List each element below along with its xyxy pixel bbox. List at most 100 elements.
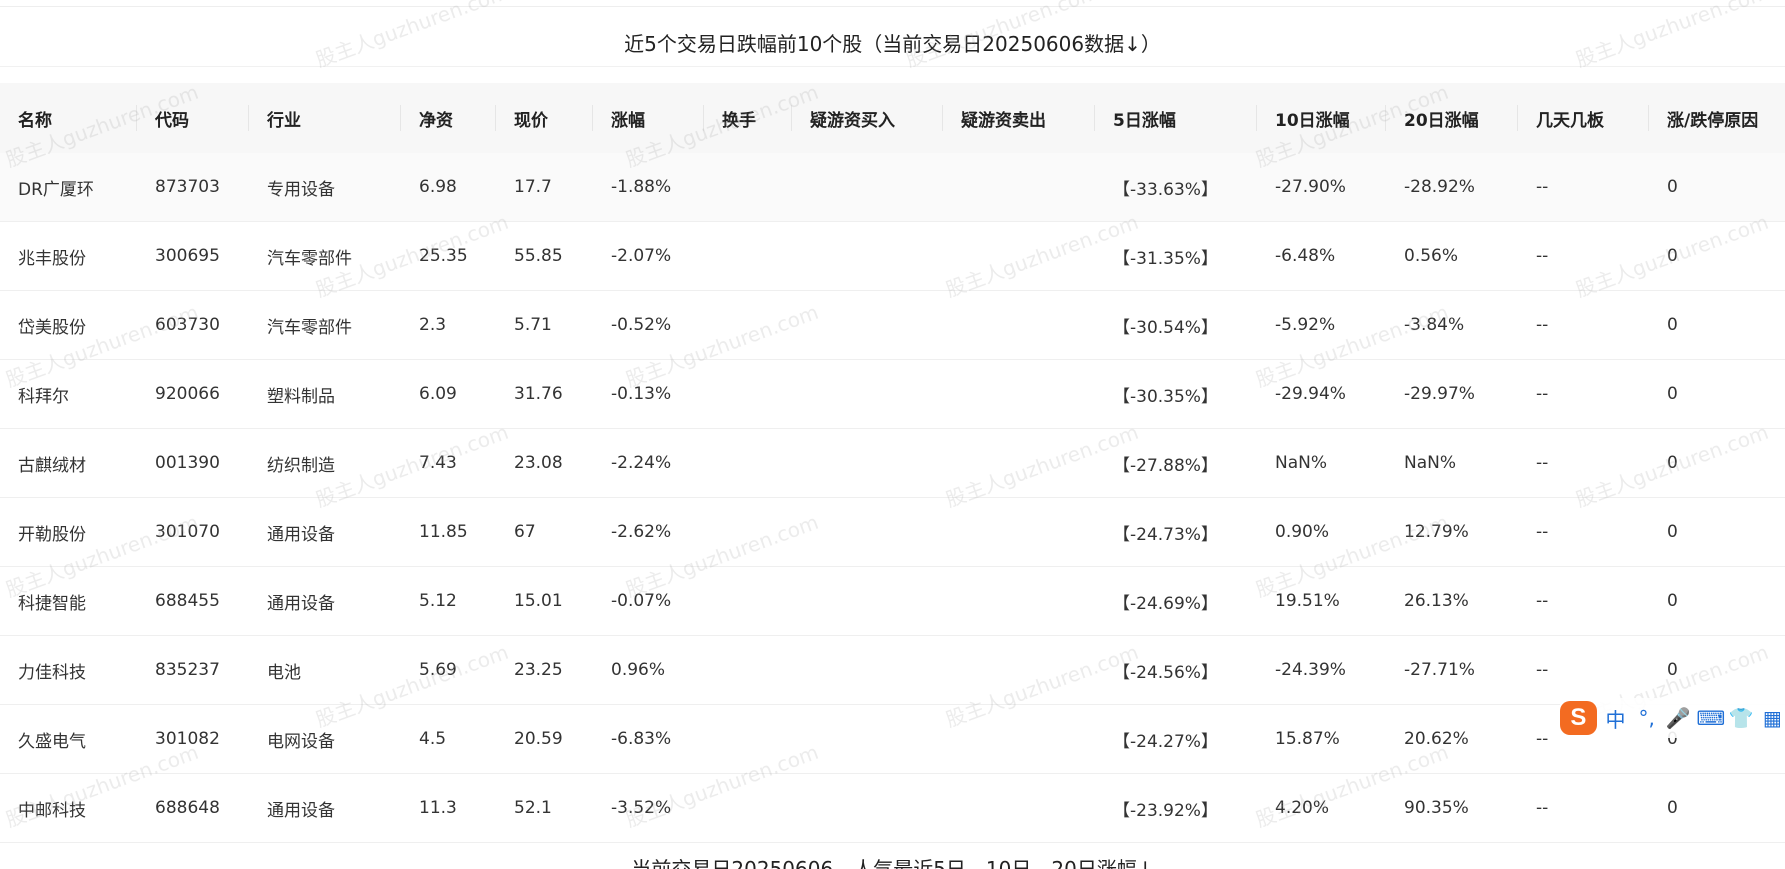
cell-reason: 0 xyxy=(1649,153,1785,222)
cell-nav: 4.5 xyxy=(401,704,496,774)
cell-change: -0.07% xyxy=(593,566,704,636)
table-row[interactable]: 开勒股份 301070 通用设备 11.85 67 -2.62% 【-24.73%】 0.90… xyxy=(0,497,1785,567)
cell-name: 科拜尔 xyxy=(0,359,137,429)
cell-turnover xyxy=(704,221,792,291)
table-row[interactable]: 中邮科技 688648 通用设备 11.3 52.1 -3.52% 【-23.92%】 4.2… xyxy=(0,773,1785,843)
cell-d5: 【-24.27%】 xyxy=(1095,704,1257,774)
cell-d5: 【-27.88%】 xyxy=(1095,428,1257,498)
cell-buy xyxy=(792,497,943,567)
stock-table: 名称 代码 行业 净资 现价 涨幅 换手 疑游资买入 疑游资卖出 5日涨幅 10日涨幅 20日涨幅 几天… xyxy=(0,83,1785,843)
cell-d10: -29.94% xyxy=(1257,359,1386,429)
column-header-sell[interactable]: 疑游资卖出 xyxy=(943,83,1095,153)
cell-d5: 【-24.56%】 xyxy=(1095,635,1257,705)
column-header-label: 几天几板 xyxy=(1536,110,1604,131)
microphone-icon[interactable]: 🎤 xyxy=(1665,706,1690,730)
cell-nav: 5.12 xyxy=(401,566,496,636)
cell-d10: -24.39% xyxy=(1257,635,1386,705)
column-header-label: 涨幅 xyxy=(611,110,645,131)
table-row[interactable]: 久盛电气 301082 电网设备 4.5 20.59 -6.83% 【-24.27%】 15.… xyxy=(0,704,1785,774)
column-header-reason[interactable]: 涨/跌停原因 xyxy=(1649,83,1785,153)
cell-d10: NaN% xyxy=(1257,428,1386,498)
column-header-price[interactable]: 现价 xyxy=(496,83,593,153)
cell-price: 20.59 xyxy=(496,704,593,774)
cell-d20: 0.56% xyxy=(1386,221,1518,291)
cell-sell xyxy=(943,704,1095,774)
cell-price: 55.85 xyxy=(496,221,593,291)
column-header-buy[interactable]: 疑游资买入 xyxy=(792,83,943,153)
column-header-label: 名称 xyxy=(18,110,52,131)
apps-grid-icon[interactable]: ▦ xyxy=(1760,706,1785,730)
top-divider xyxy=(0,6,1785,7)
cell-name: 中邮科技 xyxy=(0,773,137,843)
cell-change: -3.52% xyxy=(593,773,704,843)
cell-industry: 塑料制品 xyxy=(249,359,401,429)
cell-code: 300695 xyxy=(137,221,249,291)
cell-name: 岱美股份 xyxy=(0,290,137,360)
cell-industry: 通用设备 xyxy=(249,497,401,567)
ime-punctuation-icon[interactable]: °, xyxy=(1634,706,1659,730)
cell-boards: -- xyxy=(1518,153,1649,222)
cell-d10: 4.20% xyxy=(1257,773,1386,843)
cell-sell xyxy=(943,221,1095,291)
cell-name: 力佳科技 xyxy=(0,635,137,705)
cell-d20: -3.84% xyxy=(1386,290,1518,360)
cell-buy xyxy=(792,566,943,636)
cell-boards: -- xyxy=(1518,428,1649,498)
cell-d10: -27.90% xyxy=(1257,153,1386,222)
table-row[interactable]: 科拜尔 920066 塑料制品 6.09 31.76 -0.13% 【-30.35%】 -29… xyxy=(0,359,1785,429)
cell-nav: 2.3 xyxy=(401,290,496,360)
cell-name: 科捷智能 xyxy=(0,566,137,636)
cell-buy xyxy=(792,153,943,222)
cell-turnover xyxy=(704,497,792,567)
cell-change: -6.83% xyxy=(593,704,704,774)
column-header-d10[interactable]: 10日涨幅 xyxy=(1257,83,1386,153)
cell-boards: -- xyxy=(1518,221,1649,291)
cell-reason: 0 xyxy=(1649,428,1785,498)
keyboard-icon[interactable]: ⌨ xyxy=(1697,706,1726,730)
page-title: 近5个交易日跌幅前10个股（当前交易日20250606数据↓） xyxy=(0,22,1785,67)
cell-code: 688648 xyxy=(137,773,249,843)
cell-buy xyxy=(792,428,943,498)
cell-name: 古麒绒材 xyxy=(0,428,137,498)
column-header-nav[interactable]: 净资 xyxy=(401,83,496,153)
column-header-industry[interactable]: 行业 xyxy=(249,83,401,153)
ime-logo[interactable]: S xyxy=(1560,701,1597,735)
table-row[interactable]: 科捷智能 688455 通用设备 5.12 15.01 -0.07% 【-24.69%】 19… xyxy=(0,566,1785,636)
cell-industry: 专用设备 xyxy=(249,153,401,222)
table-row[interactable]: 兆丰股份 300695 汽车零部件 25.35 55.85 -2.07% 【-31.35%】… xyxy=(0,221,1785,291)
cell-buy xyxy=(792,221,943,291)
column-header-name[interactable]: 名称 xyxy=(0,83,137,153)
table-row[interactable]: 力佳科技 835237 电池 5.69 23.25 0.96% 【-24.56%】 -24.3… xyxy=(0,635,1785,705)
column-header-boards[interactable]: 几天几板 xyxy=(1518,83,1649,153)
column-header-d5[interactable]: 5日涨幅 xyxy=(1095,83,1257,153)
cell-sell xyxy=(943,153,1095,222)
cell-sell xyxy=(943,428,1095,498)
cell-d5: 【-30.54%】 xyxy=(1095,290,1257,360)
cell-sell xyxy=(943,635,1095,705)
cell-sell xyxy=(943,566,1095,636)
cell-code: 603730 xyxy=(137,290,249,360)
cell-d10: 19.51% xyxy=(1257,566,1386,636)
skin-icon[interactable]: 👕 xyxy=(1729,706,1754,730)
cell-code: 688455 xyxy=(137,566,249,636)
cell-code: 001390 xyxy=(137,428,249,498)
cell-boards: -- xyxy=(1518,566,1649,636)
cell-reason: 0 xyxy=(1649,635,1785,705)
cell-d5: 【-24.73%】 xyxy=(1095,497,1257,567)
column-header-label: 代码 xyxy=(155,110,189,131)
column-header-turnover[interactable]: 换手 xyxy=(704,83,792,153)
cell-turnover xyxy=(704,704,792,774)
table-body: DR广厦环 873703 专用设备 6.98 17.7 -1.88% 【-33.63%】 -2… xyxy=(0,153,1785,843)
table-row[interactable]: DR广厦环 873703 专用设备 6.98 17.7 -1.88% 【-33.63%】 -2… xyxy=(0,153,1785,222)
ime-toolbar[interactable]: S 中 °, 🎤 ⌨ 👕 ▦ xyxy=(1560,698,1785,738)
table-row[interactable]: 古麒绒材 001390 纺织制造 7.43 23.08 -2.24% 【-27.88%】 Na… xyxy=(0,428,1785,498)
ime-mode-chinese[interactable]: 中 xyxy=(1603,704,1628,733)
column-header-change[interactable]: 涨幅 xyxy=(593,83,704,153)
table-row[interactable]: 岱美股份 603730 汽车零部件 2.3 5.71 -0.52% 【-30.54%】 -5.… xyxy=(0,290,1785,360)
cell-d5: 【-33.63%】 xyxy=(1095,153,1257,222)
column-header-code[interactable]: 代码 xyxy=(137,83,249,153)
column-header-d20[interactable]: 20日涨幅 xyxy=(1386,83,1518,153)
cell-nav: 11.85 xyxy=(401,497,496,567)
cell-turnover xyxy=(704,153,792,222)
column-header-label: 行业 xyxy=(267,110,301,131)
